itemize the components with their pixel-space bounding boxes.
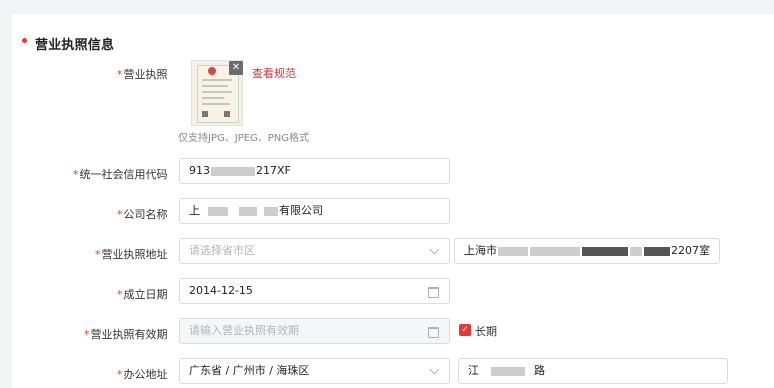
office-region-value: 广东省 / 广州市 / 海珠区 [189, 364, 310, 377]
redacted-text [211, 166, 255, 176]
license-region-placeholder: 请选择省市区 [189, 244, 255, 257]
company-name-label-text: 公司名称 [123, 208, 168, 221]
view-spec-link[interactable]: 查看规范 [252, 65, 296, 81]
section-dot [22, 38, 27, 43]
office-address-detail-input[interactable]: 江路 [458, 358, 728, 384]
format-hint: 仅支持JPG、JPEG、PNG格式 [178, 133, 310, 144]
doc-line [202, 91, 232, 93]
calendar-icon [428, 287, 439, 298]
validity-placeholder: 请输入营业执照有效期 [189, 324, 299, 337]
credit-code-value-start: 913 [189, 164, 210, 177]
company-name-input[interactable]: 上 有限公司 [179, 198, 450, 224]
license-label-text: 营业执照 [123, 68, 168, 81]
license-address-label: *营业执照地址 [95, 246, 168, 262]
emblem-icon [208, 67, 216, 75]
section-title: 营业执照信息 [35, 38, 115, 53]
redacted-text [644, 246, 670, 256]
credit-code-value-end: 217XF [256, 164, 291, 177]
doc-line [202, 103, 230, 105]
page: 营业执照信息 *营业执照 ✕ 查看规范 仅支持JPG、JPEG、PNG格式 *统… [0, 0, 774, 388]
doc-line [202, 79, 232, 81]
license-address-label-text: 营业执照地址 [101, 248, 168, 261]
validity-date-picker[interactable]: 请输入营业执照有效期 [179, 318, 450, 344]
established-date-picker[interactable]: 2014-12-15 [179, 278, 450, 304]
required-mark: * [117, 208, 123, 221]
redacted-text [491, 366, 525, 376]
remove-image-button[interactable]: ✕ [229, 61, 243, 75]
office-address-detail-start: 江 [468, 364, 479, 377]
company-name-label: *公司名称 [117, 206, 168, 222]
required-mark: * [84, 328, 90, 341]
chevron-down-icon [429, 364, 440, 375]
required-mark: * [117, 368, 123, 381]
credit-code-input[interactable]: 913 217XF [179, 158, 450, 184]
redacted-text [582, 246, 628, 256]
office-address-detail-end: 路 [534, 364, 545, 377]
check-icon: ✓ [461, 325, 469, 335]
redacted-text [264, 206, 278, 216]
long-term-label[interactable]: 长期 [475, 323, 497, 339]
established-date-label-text: 成立日期 [123, 288, 168, 301]
calendar-icon [428, 327, 439, 338]
company-name-value-end: 有限公司 [279, 204, 323, 217]
license-address-detail-end: 2207室 [671, 244, 710, 257]
established-date-label: *成立日期 [117, 286, 168, 302]
redacted-text [239, 206, 257, 216]
established-date-value: 2014-12-15 [189, 284, 253, 297]
license-address-detail-start: 上海市 [464, 244, 497, 257]
redacted-text [630, 246, 642, 256]
redacted-text [498, 246, 528, 256]
required-mark: * [73, 168, 79, 181]
redacted-text [530, 246, 580, 256]
qr-code-icon [224, 111, 230, 117]
required-mark: * [95, 248, 101, 261]
license-address-detail-input[interactable]: 上海市 2207室 [454, 238, 720, 264]
doc-line [202, 85, 228, 87]
doc-line [202, 97, 224, 99]
office-region-select[interactable]: 广东省 / 广州市 / 海珠区 [179, 358, 450, 384]
qr-code-icon [202, 111, 208, 117]
close-icon: ✕ [231, 62, 241, 73]
credit-code-label-text: 统一社会信用代码 [79, 168, 168, 181]
required-mark: * [117, 68, 123, 81]
required-mark: * [117, 288, 123, 301]
company-name-value-start: 上 [189, 204, 200, 217]
office-address-label-text: 办公地址 [123, 368, 168, 381]
redacted-text [208, 206, 228, 216]
long-term-checkbox[interactable]: ✓ [459, 324, 471, 336]
credit-code-label: *统一社会信用代码 [73, 166, 168, 182]
chevron-down-icon [429, 244, 440, 255]
license-region-select[interactable]: 请选择省市区 [179, 238, 450, 264]
office-address-label: *办公地址 [117, 366, 168, 382]
validity-label: *营业执照有效期 [84, 326, 168, 342]
license-label: *营业执照 [117, 66, 168, 82]
validity-label-text: 营业执照有效期 [90, 328, 168, 341]
